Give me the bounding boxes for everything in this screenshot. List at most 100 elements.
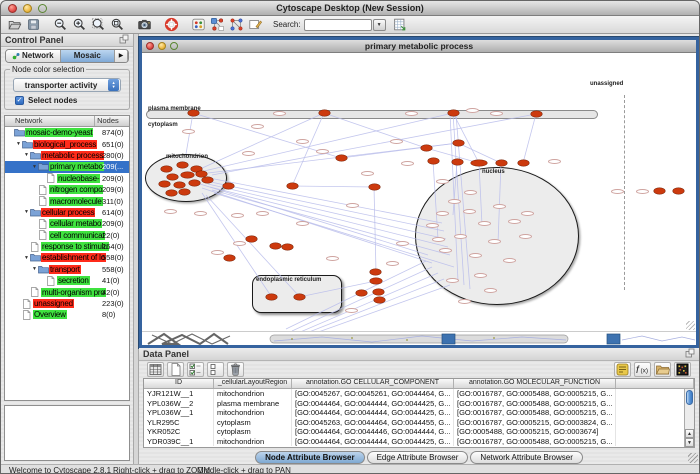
canvas-resize-grip[interactable] [686, 321, 695, 330]
expand-toggle-icon[interactable]: ▼ [23, 209, 30, 215]
expand-toggle-icon[interactable]: ▼ [15, 141, 22, 147]
zoom-selected-region-button[interactable] [89, 16, 108, 33]
delete-attribute-button[interactable] [227, 362, 244, 377]
function-builder-button[interactable]: f(x) [634, 362, 651, 377]
network-node[interactable] [224, 255, 235, 261]
tree-row[interactable]: multi-organism pro42(0) [5, 286, 129, 297]
tab-overflow-arrow[interactable]: ▶ [115, 50, 128, 62]
open-attributes-button[interactable] [654, 362, 671, 377]
import-table-button[interactable] [390, 16, 409, 33]
network-node[interactable] [223, 183, 234, 189]
matrix-view-button[interactable] [674, 362, 691, 377]
network-node[interactable] [266, 294, 277, 300]
network-node[interactable] [282, 244, 293, 250]
network-node[interactable] [270, 243, 281, 249]
network-node[interactable] [518, 160, 529, 166]
expand-toggle-icon[interactable]: ▼ [31, 266, 38, 272]
tree-row[interactable]: mosaic-demo-yeast874(0) [5, 127, 129, 138]
scroll-up-button[interactable]: ▲ [685, 429, 694, 438]
network-node[interactable] [453, 140, 464, 146]
tree-row[interactable]: secretion41(0) [5, 275, 129, 286]
network-node[interactable] [336, 155, 347, 161]
table-row[interactable]: YDR039C__1mitochondrion[GO:0044464, GO:0… [144, 437, 694, 447]
column-header[interactable]: ID [144, 379, 214, 388]
network-node[interactable] [196, 171, 207, 177]
tree-row[interactable]: nucleobase-209(0) [5, 173, 129, 184]
network-node[interactable] [161, 166, 172, 172]
scrollbar-thumb[interactable] [686, 390, 693, 405]
unselect-attributes-button[interactable] [207, 362, 224, 377]
open-session-button[interactable] [5, 16, 24, 33]
network-node[interactable] [370, 269, 381, 275]
network-node[interactable] [374, 297, 385, 303]
network-node[interactable] [356, 290, 367, 296]
tree-row[interactable]: response to stimulu264(0) [5, 241, 129, 252]
network-node[interactable] [673, 188, 684, 194]
network-window-titlebar[interactable]: primary metabolic process [142, 40, 696, 53]
network-node[interactable] [452, 159, 463, 165]
network-node[interactable] [159, 181, 170, 187]
table-row[interactable]: YKR052Ccytoplasm[GO:0044464, GO:0044446,… [144, 427, 694, 437]
network-node[interactable] [166, 190, 177, 196]
tab-mosaic[interactable]: Mosaic [61, 50, 116, 62]
select-attributes-button[interactable] [187, 362, 204, 377]
table-row[interactable]: YLR295Ccytoplasm[GO:0045263, GO:0044464,… [144, 418, 694, 428]
search-input[interactable] [304, 19, 372, 31]
tree-row[interactable]: ▼metabolic process280(0) [5, 150, 129, 161]
network-node[interactable] [428, 158, 439, 164]
network-node[interactable] [202, 177, 213, 183]
network-node[interactable] [181, 172, 194, 178]
network-node[interactable] [319, 110, 330, 116]
tree-row[interactable]: cell communicat22(0) [5, 230, 129, 241]
apply-layout-selected-button[interactable] [208, 16, 227, 33]
search-dropdown-button[interactable]: ▼ [373, 19, 386, 31]
network-node[interactable] [294, 294, 305, 300]
float-data-panel-icon[interactable] [685, 348, 695, 360]
network-node[interactable] [531, 111, 542, 117]
network-node[interactable] [246, 236, 257, 242]
network-node[interactable] [287, 183, 298, 189]
tab-edge-attribute-browser[interactable]: Edge Attribute Browser [367, 451, 469, 464]
tab-network[interactable]: Network [6, 50, 61, 62]
tree-row[interactable]: nitrogen compo209(0) [5, 184, 129, 195]
network-node[interactable] [373, 289, 384, 295]
table-scrollbar[interactable]: ▲ ▼ [684, 389, 694, 447]
tree-row[interactable]: ▼establishment of lo558(0) [5, 252, 129, 263]
network-canvas[interactable]: plasma membranecytoplasmmitochondrionnuc… [142, 53, 696, 331]
birds-eye-view[interactable] [4, 405, 130, 461]
network-node[interactable] [174, 182, 185, 188]
network-node[interactable] [179, 189, 190, 195]
scroll-down-button[interactable]: ▼ [685, 438, 694, 447]
help-button[interactable] [162, 16, 181, 33]
network-node[interactable] [369, 184, 380, 190]
network-node[interactable] [189, 180, 200, 186]
column-header[interactable]: _cellularLayoutRegion [214, 379, 292, 388]
tree-row[interactable]: ▼cellular process614(0) [5, 207, 129, 218]
tree-row[interactable]: ▼primary metabo209(... [5, 161, 129, 172]
network-node[interactable] [177, 162, 188, 168]
vizmapper-button[interactable] [189, 16, 208, 33]
save-session-button[interactable] [24, 16, 43, 33]
window-resize-grip[interactable] [688, 453, 698, 463]
tree-row[interactable]: ▼transport558(0) [5, 264, 129, 275]
network-node[interactable] [421, 145, 432, 151]
export-snapshot-button[interactable] [135, 16, 154, 33]
tree-row[interactable]: unassigned223(0) [5, 298, 129, 309]
table-row[interactable]: YJR121W__1mitochondrion[GO:0045267, GO:0… [144, 389, 694, 399]
tree-row[interactable]: ▼biological_process651(0) [5, 138, 129, 149]
network-node[interactable] [448, 110, 459, 116]
network-node[interactable] [370, 278, 382, 284]
attribute-map-button[interactable] [614, 362, 631, 377]
tree-row[interactable]: macromolecule311(0) [5, 195, 129, 206]
tree-row[interactable]: cellular metabo209(0) [5, 218, 129, 229]
expand-toggle-icon[interactable]: ▼ [31, 164, 38, 170]
network-node[interactable] [654, 188, 665, 194]
zoom-in-button[interactable] [70, 16, 89, 33]
select-nodes-checkbox[interactable]: ✓ [15, 96, 24, 105]
table-mode-button[interactable] [147, 362, 164, 377]
zoom-out-button[interactable] [51, 16, 70, 33]
expand-toggle-icon[interactable]: ▼ [23, 255, 30, 261]
annotation-button[interactable] [246, 16, 265, 33]
tree-row[interactable]: Overview8(0) [5, 309, 129, 320]
zoom-fit-button[interactable] [108, 16, 127, 33]
